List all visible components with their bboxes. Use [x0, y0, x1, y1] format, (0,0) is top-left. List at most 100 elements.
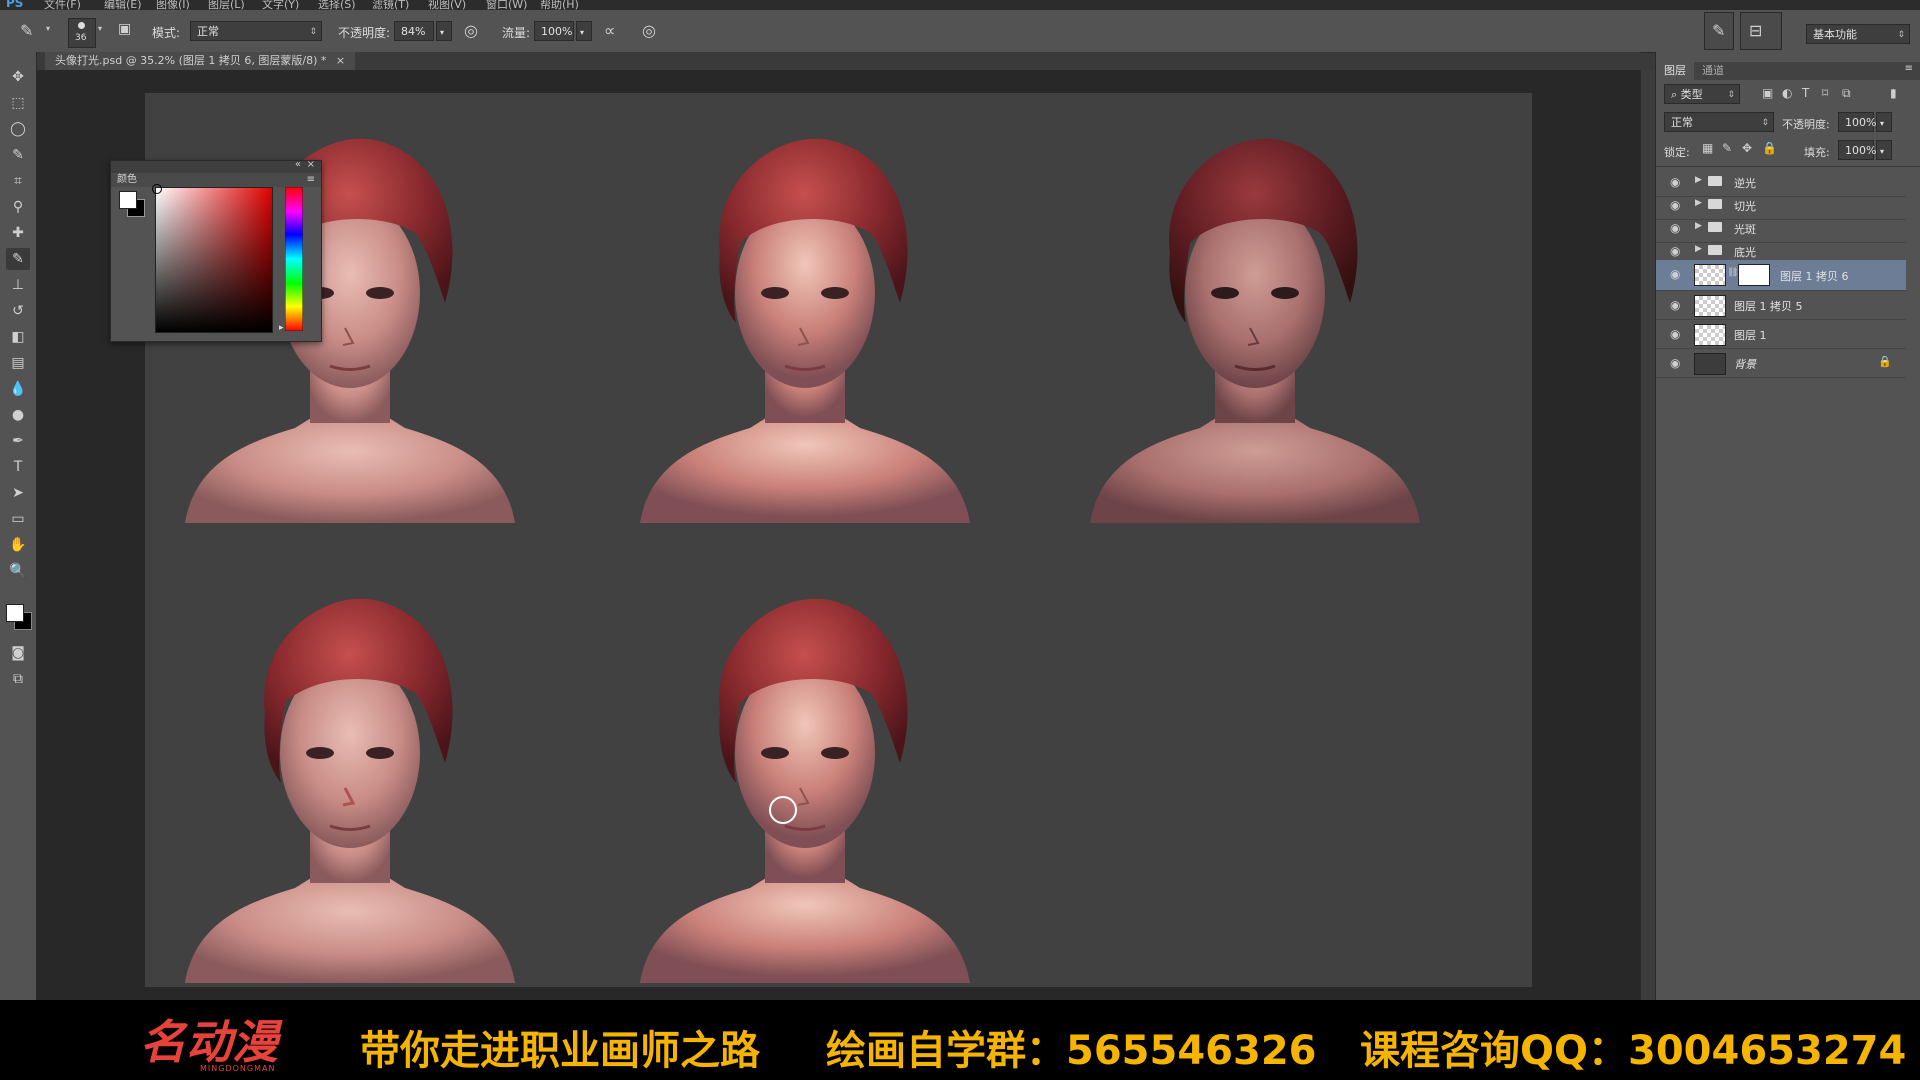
eyedropper-tool-icon[interactable]: ⚲ [6, 196, 30, 218]
eraser-tool-icon[interactable]: ◧ [6, 326, 30, 348]
panel-menu-icon[interactable]: ≡ [1905, 63, 1913, 74]
menu-edit[interactable]: 编辑(E) [104, 0, 142, 10]
adjustment-filter-icon[interactable]: ◐ [1782, 86, 1792, 100]
menu-select[interactable]: 选择(S) [318, 0, 356, 10]
workspace-select[interactable]: 基本功能 ⇕ [1806, 24, 1910, 44]
tab-channels[interactable]: 通道 [1694, 62, 1732, 80]
visibility-eye-icon[interactable]: ◉ [1670, 298, 1680, 312]
screen-mode-icon[interactable]: ⧉ [6, 668, 30, 690]
move-tool-icon[interactable]: ✥ [6, 66, 30, 88]
brush-preset-picker[interactable]: 36 [68, 18, 96, 48]
quick-mask-icon[interactable]: ◙ [6, 642, 30, 664]
tool-preset-button[interactable]: ✎ [1704, 12, 1734, 50]
marquee-tool-icon[interactable]: ⬚ [6, 92, 30, 114]
arrange-documents-button[interactable]: ⊟ [1740, 12, 1782, 50]
menu-file[interactable]: 文件(F) [44, 0, 81, 10]
fill-input[interactable]: 100% [1838, 140, 1876, 160]
close-icon[interactable]: × [307, 159, 315, 170]
portrait-image [640, 598, 970, 983]
visibility-eye-icon[interactable]: ◉ [1670, 221, 1680, 235]
menu-filter[interactable]: 滤镜(T) [372, 0, 409, 10]
lock-transparent-icon[interactable]: ▦ [1702, 141, 1713, 155]
mode-select[interactable]: 正常 ⇕ [190, 21, 322, 41]
filter-toggle-icon[interactable]: ▮ [1890, 86, 1897, 100]
hue-slider-handle-icon[interactable]: ▸ [279, 323, 284, 333]
gradient-tool-icon[interactable]: ▤ [6, 352, 30, 374]
type-filter-icon[interactable]: T [1802, 86, 1809, 100]
history-brush-tool-icon[interactable]: ↺ [6, 300, 30, 322]
layer-opacity-dropdown[interactable]: ▾ [1876, 112, 1892, 132]
chevron-right-icon[interactable]: ▶ [1695, 198, 1702, 208]
layer-row[interactable]: ◉ 图层 1 拷贝 5 [1656, 291, 1906, 320]
visibility-eye-icon[interactable]: ◉ [1670, 175, 1680, 189]
dodge-tool-icon[interactable]: ● [6, 404, 30, 426]
fill-dropdown[interactable]: ▾ [1876, 140, 1892, 160]
hue-slider[interactable] [285, 187, 303, 331]
visibility-eye-icon[interactable]: ◉ [1670, 327, 1680, 341]
document-tab[interactable]: 头像打光.psd @ 35.2% (图层 1 拷贝 6, 图层蒙版/8) * × [45, 52, 356, 70]
menu-layer[interactable]: 图层(L) [208, 0, 245, 10]
chevron-down-icon[interactable]: ▾ [98, 24, 102, 33]
pressure-size-icon[interactable]: ◎ [642, 21, 656, 40]
quick-select-tool-icon[interactable]: ✎ [6, 144, 30, 166]
opacity-dropdown[interactable]: ▾ [436, 21, 452, 41]
layer-row[interactable]: ◉ 图层 1 [1656, 320, 1906, 349]
chevron-down-icon[interactable]: ▾ [46, 24, 50, 33]
foreground-color-swatch[interactable] [6, 604, 24, 622]
visibility-eye-icon[interactable]: ◉ [1670, 267, 1680, 281]
stamp-tool-icon[interactable]: ⊥ [6, 274, 30, 296]
pixel-filter-icon[interactable]: ▣ [1762, 86, 1773, 100]
lock-position-icon[interactable]: ✥ [1742, 141, 1752, 155]
layer-row[interactable]: ◉ 背景 🔒 [1656, 349, 1906, 378]
layer-opacity-input[interactable]: 100% [1838, 112, 1876, 132]
document-canvas[interactable] [145, 93, 1532, 987]
saturation-brightness-field[interactable] [152, 184, 273, 333]
menu-help[interactable]: 帮助(H) [540, 0, 579, 10]
brush-panel-icon[interactable]: ▣ [118, 21, 131, 37]
lock-pixels-icon[interactable]: ✎ [1722, 141, 1732, 155]
collapse-icon[interactable]: « [295, 159, 301, 170]
lasso-tool-icon[interactable]: ◯ [6, 118, 30, 140]
brush-tool-icon[interactable]: ✎ [6, 248, 30, 270]
shape-tool-icon[interactable]: ▭ [6, 508, 30, 530]
close-icon[interactable]: × [336, 54, 345, 67]
vertical-scrollbar[interactable] [1640, 70, 1655, 1000]
shape-filter-icon[interactable]: ⌑ [1822, 86, 1828, 100]
foreground-color-swatch[interactable] [119, 191, 137, 209]
menu-view[interactable]: 视图(V) [428, 0, 466, 10]
chevron-right-icon[interactable]: ▶ [1695, 244, 1702, 254]
brush-tool-icon[interactable]: ✎ [20, 21, 33, 40]
link-icon[interactable]: ⛓ [1727, 268, 1738, 278]
layer-row-selected[interactable]: ◉ ⛓ 图层 1 拷贝 6 [1656, 260, 1906, 291]
zoom-tool-icon[interactable]: 🔍 [6, 560, 30, 582]
blur-tool-icon[interactable]: 💧 [6, 378, 30, 400]
lock-all-icon[interactable]: 🔒 [1762, 141, 1777, 155]
hand-tool-icon[interactable]: ✋ [6, 534, 30, 556]
visibility-eye-icon[interactable]: ◉ [1670, 356, 1680, 370]
visibility-eye-icon[interactable]: ◉ [1670, 244, 1680, 258]
flow-dropdown[interactable]: ▾ [576, 21, 592, 41]
blend-mode-select[interactable]: 正常 ⇕ [1664, 112, 1774, 132]
chevron-right-icon[interactable]: ▶ [1695, 221, 1702, 231]
visibility-eye-icon[interactable]: ◉ [1670, 198, 1680, 212]
smart-object-filter-icon[interactable]: ⧉ [1842, 86, 1851, 101]
airbrush-icon[interactable]: ∝ [604, 21, 615, 40]
color-picker-cursor[interactable] [152, 184, 162, 194]
pen-tool-icon[interactable]: ✒ [6, 430, 30, 452]
type-tool-icon[interactable]: T [6, 456, 30, 478]
tab-layers[interactable]: 图层 [1656, 62, 1694, 80]
pressure-opacity-icon[interactable]: ◎ [464, 21, 478, 40]
panel-menu-icon[interactable]: ≡ [307, 173, 315, 187]
menu-type[interactable]: 文字(Y) [262, 0, 299, 10]
menu-window[interactable]: 窗口(W) [486, 0, 527, 10]
chevron-right-icon[interactable]: ▶ [1695, 175, 1702, 185]
crop-tool-icon[interactable]: ⌗ [6, 170, 30, 192]
layer-filter-select[interactable]: ⌕ 类型 ⇕ [1664, 84, 1740, 104]
path-select-tool-icon[interactable]: ➤ [6, 482, 30, 504]
color-panel-header[interactable]: « × [111, 159, 321, 173]
layer-mask-thumbnail[interactable] [1738, 264, 1770, 286]
flow-input[interactable]: 100% [534, 21, 574, 41]
healing-tool-icon[interactable]: ✚ [6, 222, 30, 244]
menu-image[interactable]: 图像(I) [156, 0, 190, 10]
opacity-input[interactable]: 84% [394, 21, 434, 41]
